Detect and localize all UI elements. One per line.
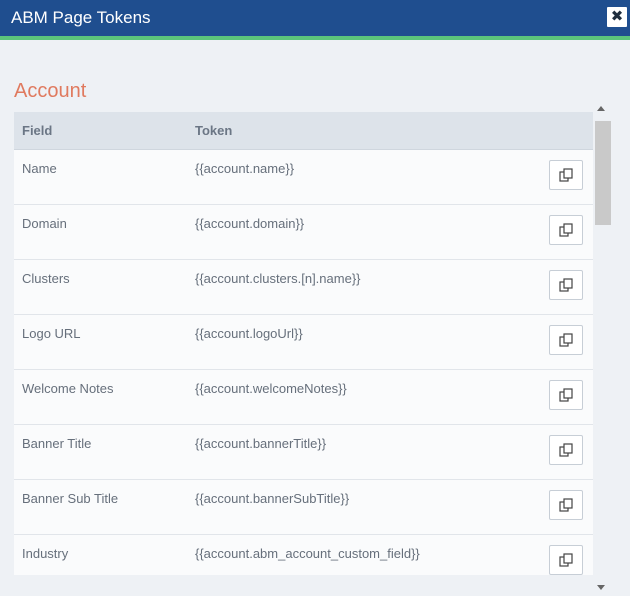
close-icon: ✖ (610, 8, 624, 25)
dialog-titlebar: ABM Page Tokens ✖ (0, 0, 630, 36)
section-title: Account (14, 80, 87, 102)
copy-icon (559, 168, 573, 182)
copy-icon (559, 443, 573, 457)
field-cell: Clusters (22, 271, 70, 286)
copy-button[interactable] (549, 435, 583, 465)
chevron-up-icon[interactable] (597, 106, 605, 111)
tokens-table: Field Token Name {{account.name}} Domain… (14, 112, 593, 575)
token-cell: {{account.bannerTitle}} (195, 436, 327, 451)
token-cell: {{account.logoUrl}} (195, 326, 303, 341)
copy-button[interactable] (549, 380, 583, 410)
table-header: Field Token (14, 112, 593, 150)
copy-button[interactable] (549, 325, 583, 355)
close-button[interactable]: ✖ (607, 7, 627, 27)
copy-button[interactable] (549, 160, 583, 190)
field-cell: Industry (22, 546, 69, 561)
field-cell: Banner Sub Title (22, 491, 119, 506)
table-row: Domain {{account.domain}} (14, 205, 593, 260)
column-header-token: Token (195, 123, 233, 138)
copy-icon (559, 223, 573, 237)
table-row: Name {{account.name}} (14, 150, 593, 205)
token-cell: {{account.name}} (195, 161, 295, 176)
scrollbar-thumb[interactable] (595, 121, 611, 225)
token-cell: {{account.welcomeNotes}} (195, 381, 347, 396)
copy-button[interactable] (549, 215, 583, 245)
table-row: Industry {{account.abm_account_custom_fi… (14, 535, 593, 575)
token-cell: {{account.abm_account_custom_field}} (195, 546, 420, 561)
vertical-scrollbar[interactable] (594, 100, 612, 596)
copy-icon (559, 498, 573, 512)
token-cell: {{account.clusters.[n].name}} (195, 271, 361, 286)
field-cell: Banner Title (22, 436, 92, 451)
copy-icon (559, 278, 573, 292)
table-row: Clusters {{account.clusters.[n].name}} (14, 260, 593, 315)
table-row: Logo URL {{account.logoUrl}} (14, 315, 593, 370)
field-cell: Welcome Notes (22, 381, 114, 396)
copy-button[interactable] (549, 490, 583, 520)
copy-icon (559, 388, 573, 402)
table-row: Banner Title {{account.bannerTitle}} (14, 425, 593, 480)
column-header-field: Field (22, 123, 53, 138)
token-cell: {{account.domain}} (195, 216, 305, 231)
copy-button[interactable] (549, 270, 583, 300)
copy-icon (559, 333, 573, 347)
copy-icon (559, 553, 573, 567)
dialog-title: ABM Page Tokens (11, 8, 151, 27)
token-cell: {{account.bannerSubTitle}} (195, 491, 350, 506)
field-cell: Domain (22, 216, 67, 231)
field-cell: Name (22, 161, 57, 176)
dialog-content: Account Field Token Name {{account.name}… (0, 40, 630, 590)
field-cell: Logo URL (22, 326, 81, 341)
table-row: Banner Sub Title {{account.bannerSubTitl… (14, 480, 593, 535)
table-row: Welcome Notes {{account.welcomeNotes}} (14, 370, 593, 425)
copy-button[interactable] (549, 545, 583, 575)
chevron-down-icon[interactable] (597, 585, 605, 590)
